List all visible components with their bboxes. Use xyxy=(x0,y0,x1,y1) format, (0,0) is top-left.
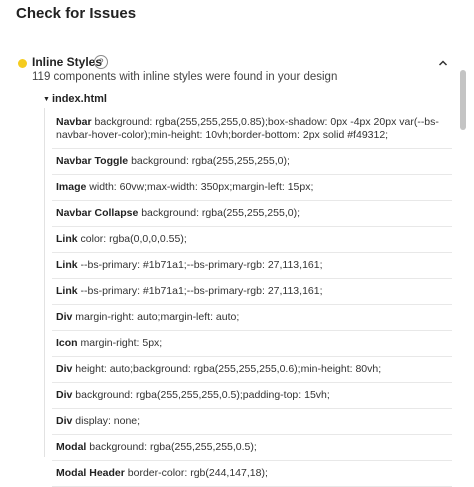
component-name: Link xyxy=(56,233,78,245)
inline-style-text: width: 60vw;max-width: 350px;margin-left… xyxy=(89,181,314,193)
list-item[interactable]: Div margin-right: auto;margin-left: auto… xyxy=(52,305,452,331)
component-name: Div xyxy=(56,363,73,375)
issue-title: Inline Styles xyxy=(32,55,103,69)
component-name: Div xyxy=(56,311,73,323)
component-name: Navbar Toggle xyxy=(56,155,129,167)
inline-style-text: border-color: rgb(244,147,18); xyxy=(127,467,268,479)
inline-style-text: height: auto;background: rgba(255,255,25… xyxy=(75,363,382,375)
inline-style-text: margin-right: 5px; xyxy=(80,337,163,349)
component-name: Modal xyxy=(56,441,87,453)
inline-style-text: margin-right: auto;margin-left: auto; xyxy=(75,311,240,323)
inline-style-text: --bs-primary: #1b71a1;--bs-primary-rgb: … xyxy=(80,259,323,271)
list-item[interactable]: Modal background: rgba(255,255,255,0.5); xyxy=(52,435,452,461)
scrollbar-thumb[interactable] xyxy=(460,70,466,130)
chevron-up-icon[interactable] xyxy=(438,58,448,68)
list-item[interactable]: Div background: rgba(255,255,255,0.5);pa… xyxy=(52,383,452,409)
component-name: Link xyxy=(56,285,78,297)
list-item[interactable]: Div display: none; xyxy=(52,409,452,435)
list-item[interactable]: Navbar Collapse background: rgba(255,255… xyxy=(52,201,452,227)
list-item[interactable]: Navbar Toggle background: rgba(255,255,2… xyxy=(52,149,452,175)
list-item[interactable]: Icon margin-right: 5px; xyxy=(52,331,452,357)
component-name: Image xyxy=(56,181,87,193)
component-name: Navbar Collapse xyxy=(56,207,139,219)
list-item[interactable]: Div height: auto;background: rgba(255,25… xyxy=(52,357,452,383)
list-item[interactable]: Link --bs-primary: #1b71a1;--bs-primary-… xyxy=(52,279,452,305)
inline-style-text: background: rgba(255,255,255,0.85);box-s… xyxy=(56,116,439,141)
list-item[interactable]: Link --bs-primary: #1b71a1;--bs-primary-… xyxy=(52,253,452,279)
component-name: Navbar xyxy=(56,116,92,128)
help-icon[interactable]: ? xyxy=(94,55,108,69)
issue-list: Navbar background: rgba(255,255,255,0.85… xyxy=(52,110,452,487)
page-title: Check for Issues xyxy=(16,5,137,22)
caret-down-icon: ▼ xyxy=(43,96,50,103)
inline-style-text: background: rgba(255,255,255,0); xyxy=(141,207,301,219)
tree-guide-line xyxy=(44,108,45,457)
inline-style-text: --bs-primary: #1b71a1;--bs-primary-rgb: … xyxy=(80,285,323,297)
inline-style-text: background: rgba(255,255,255,0); xyxy=(131,155,290,167)
list-item[interactable]: Navbar background: rgba(255,255,255,0.85… xyxy=(52,110,452,149)
component-name: Link xyxy=(56,259,78,271)
file-group-header[interactable]: ▼ index.html xyxy=(43,93,107,105)
inline-style-text: background: rgba(255,255,255,0.5);paddin… xyxy=(75,389,330,401)
list-item[interactable]: Image width: 60vw;max-width: 350px;margi… xyxy=(52,175,452,201)
inline-style-text: color: rgba(0,0,0,0.55); xyxy=(80,233,187,245)
inline-style-text: display: none; xyxy=(75,415,141,427)
inline-style-text: background: rgba(255,255,255,0.5); xyxy=(89,441,257,453)
list-item[interactable]: Link color: rgba(0,0,0,0.55); xyxy=(52,227,452,253)
issue-summary: 119 components with inline styles were f… xyxy=(32,71,338,83)
component-name: Modal Header xyxy=(56,467,125,479)
file-name: index.html xyxy=(51,93,107,105)
component-name: Div xyxy=(56,389,73,401)
component-name: Icon xyxy=(56,337,78,349)
list-item[interactable]: Modal Header border-color: rgb(244,147,1… xyxy=(52,461,452,487)
component-name: Div xyxy=(56,415,73,427)
warning-status-dot xyxy=(18,59,27,68)
